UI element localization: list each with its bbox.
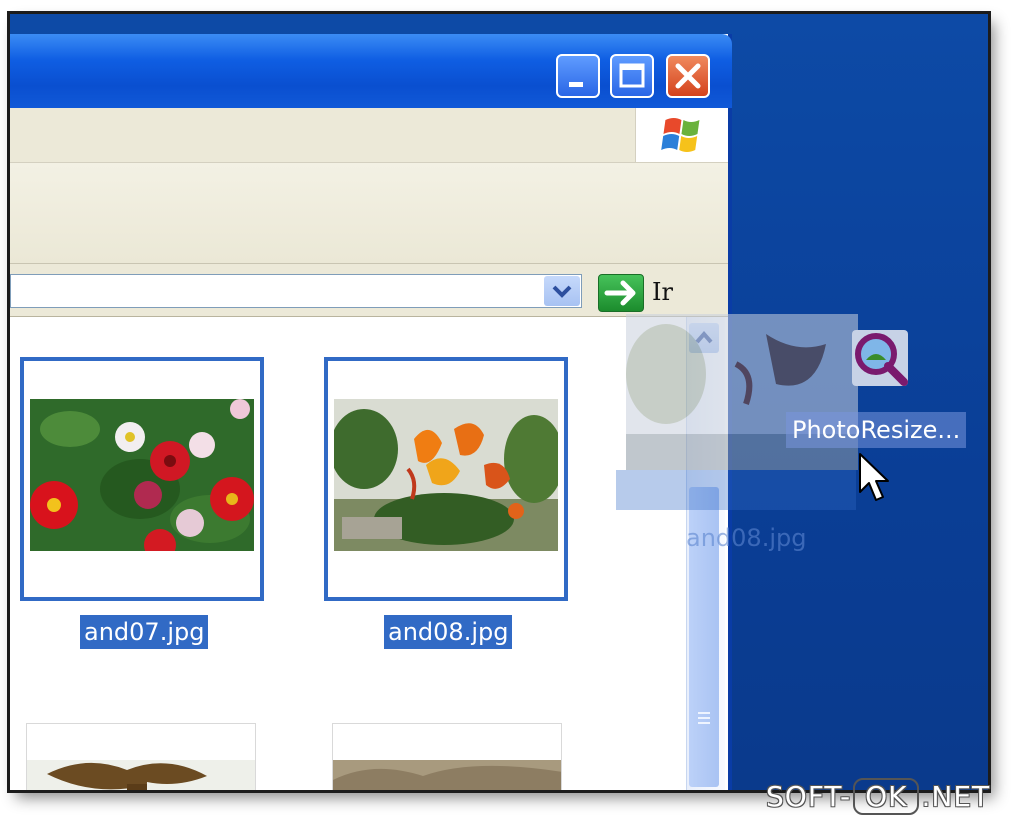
watermark-middle: OK [853,778,920,815]
photoresize-desktop-icon[interactable] [848,326,912,390]
drag-ghost-label: and08.jpg [686,524,807,552]
flower-photo-thumbnail [334,399,558,551]
flower-photo-thumbnail [30,399,254,551]
file-thumbnail-and07[interactable] [20,357,264,601]
chevron-down-icon [552,285,572,298]
explorer-window: Ir and07.jpg and08.jpg [10,34,732,790]
watermark-left: SOFT- [766,780,852,813]
minimize-icon [569,82,583,87]
close-button[interactable] [666,54,710,98]
maximize-button[interactable] [610,54,654,98]
mouse-cursor-icon [859,453,889,501]
file-thumbnail-lower-2[interactable] [332,723,562,790]
go-button[interactable] [598,274,644,312]
photoresize-label[interactable]: PhotoResize... [786,412,967,448]
photoresize-icon [852,330,908,386]
close-icon [675,63,701,89]
address-input[interactable] [10,274,582,308]
address-bar: Ir [10,264,728,317]
file-thumbnail-and08[interactable] [324,357,568,601]
maximize-icon [619,63,645,88]
drag-ghost-label-highlight [616,470,856,510]
watermark: SOFT- OK .NET [766,778,991,815]
address-dropdown-button[interactable] [544,276,580,306]
rock-photo-thumbnail [333,760,561,790]
file-view: and07.jpg and08.jpg [10,317,686,790]
menu-bar [10,108,728,163]
windows-logo-area [635,108,728,162]
file-thumbnail-lower-1[interactable] [26,723,256,790]
go-label[interactable]: Ir [652,278,673,306]
file-name-and07[interactable]: and07.jpg [80,615,209,649]
title-bar[interactable] [10,34,732,108]
file-name-and08[interactable]: and08.jpg [384,615,513,649]
watermark-right: .NET [921,780,991,813]
screenshot-frame: Ir and07.jpg and08.jpg and08.jpg PhotoRe… [10,14,988,790]
toolbar [10,163,728,264]
windows-logo-icon [661,118,700,152]
go-arrow-icon [604,280,636,306]
tree-photo-thumbnail [27,760,255,790]
minimize-button[interactable] [556,54,600,98]
